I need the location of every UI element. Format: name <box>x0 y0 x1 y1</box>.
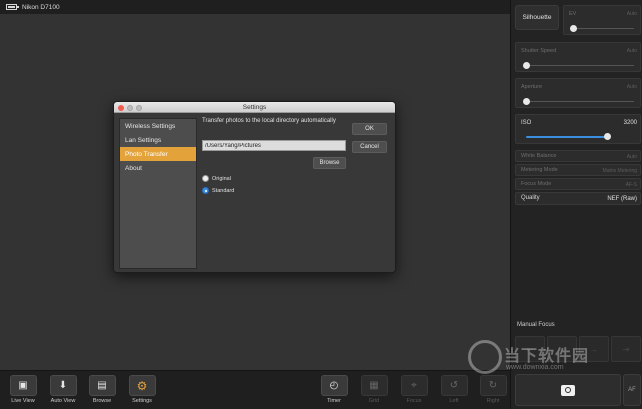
photo-transfer-pane: Transfer photos to the local directory a… <box>202 118 390 269</box>
focus-mode-row[interactable]: Focus Mode AF-S <box>515 178 641 190</box>
radio-original[interactable]: Original <box>202 175 231 182</box>
white-balance-label: White Balance <box>521 153 557 159</box>
browse-label: Browse <box>92 398 112 404</box>
zoom-icon[interactable] <box>136 104 142 111</box>
grid-icon: ▦ <box>360 375 388 396</box>
quality-label: Quality <box>521 195 540 201</box>
rotate-right-label: Right <box>486 398 500 404</box>
shutter-speed-control[interactable]: Shutter Speed Auto <box>515 42 641 72</box>
iso-label: ISO <box>521 120 532 126</box>
nav-item-photo-transfer[interactable]: Photo Transfer <box>120 147 196 161</box>
auto-view-label: Auto View <box>50 398 76 404</box>
transfer-description: Transfer photos to the local directory a… <box>202 118 336 124</box>
iso-value: 3200 <box>623 120 637 126</box>
cancel-button-label: Cancel <box>360 144 379 150</box>
timer-label: Timer <box>327 398 341 404</box>
white-balance-row[interactable]: White Balance Auto <box>515 150 641 162</box>
settings-nav: Wireless Settings Lan Settings Photo Tra… <box>119 118 197 269</box>
browse-button-label: Browse <box>319 160 340 166</box>
gear-icon: ⚙ <box>128 375 156 396</box>
inbox-icon: ⬇ <box>49 375 77 396</box>
camera-icon: ▣ <box>9 375 37 396</box>
radio-standard[interactable]: Standard <box>202 187 234 194</box>
manual-focus-label: Manual Focus <box>517 322 555 328</box>
camera-icon <box>561 384 575 396</box>
status-bar: Nikon D7100 <box>0 0 510 14</box>
focus-label: Focus <box>406 398 422 404</box>
rotate-left-label: Left <box>449 398 459 404</box>
settings-dialog: Settings Wireless Settings Lan Settings … <box>113 101 396 273</box>
aperture-value: Auto <box>626 84 637 90</box>
camera-name: Nikon D7100 <box>22 3 60 11</box>
timer-icon: ◴ <box>320 375 348 396</box>
aperture-control[interactable]: Aperture Auto <box>515 78 641 108</box>
browse-button[interactable]: ▤ Browse <box>87 375 117 407</box>
af-label: AF <box>628 387 636 393</box>
window-controls <box>118 104 142 111</box>
focus-mode-value: AF-S <box>625 182 637 188</box>
ev-control[interactable]: EV Auto <box>563 5 641 35</box>
cancel-button[interactable]: Cancel <box>352 141 387 153</box>
ev-value: Auto <box>626 11 637 17</box>
quality-row[interactable]: Quality NEF (Raw) <box>515 192 641 205</box>
grid-label: Grid <box>368 398 380 404</box>
rotate-left-button[interactable]: ↺ Left <box>439 375 469 407</box>
browse-button[interactable]: Browse <box>313 157 346 169</box>
shutter-speed-knob[interactable] <box>523 62 530 69</box>
nav-item-about[interactable]: About <box>120 161 196 175</box>
watermark-logo-icon <box>468 340 502 374</box>
ev-label: EV <box>569 11 577 17</box>
shutter-speed-track <box>526 65 634 66</box>
directory-path-input[interactable] <box>202 140 346 151</box>
close-icon[interactable] <box>118 104 124 111</box>
quality-value: NEF (Raw) <box>607 196 637 202</box>
radio-standard-button[interactable] <box>202 187 209 194</box>
watermark: 当下软件园 www.downxia.com <box>468 338 618 384</box>
settings-button[interactable]: ⚙ Settings <box>127 375 157 407</box>
focus-icon: ⌖ <box>400 375 428 396</box>
radio-original-label: Original <box>212 175 231 182</box>
radio-original-button[interactable] <box>202 175 209 182</box>
live-view-button[interactable]: ▣ Live View <box>8 375 38 407</box>
ev-slider-knob[interactable] <box>570 25 577 32</box>
ok-button-label: OK <box>365 126 374 132</box>
timer-button[interactable]: ◴ Timer <box>319 375 349 407</box>
battery-icon <box>6 4 19 10</box>
aperture-knob[interactable] <box>523 98 530 105</box>
aperture-label: Aperture <box>521 84 543 90</box>
focus-mode-label: Focus Mode <box>521 181 552 187</box>
metering-mode-value: Matrix Metering <box>602 168 637 174</box>
shutter-speed-label: Shutter Speed <box>521 48 557 54</box>
watermark-text: 当下软件园 <box>504 346 590 365</box>
af-button[interactable]: AF <box>623 374 641 406</box>
aperture-track <box>526 101 634 102</box>
dialog-title: Settings <box>242 103 267 111</box>
silhouette-label: Silhouette <box>522 14 552 21</box>
auto-view-button[interactable]: ⬇ Auto View <box>48 375 78 407</box>
grid-button[interactable]: ▦ Grid <box>359 375 389 407</box>
rotate-left-icon: ↺ <box>440 375 468 396</box>
ev-slider-track <box>574 28 634 29</box>
bottom-toolbar: ▣ Live View ⬇ Auto View ▤ Browse ⚙ Setti… <box>0 370 510 409</box>
radio-standard-label: Standard <box>212 187 235 194</box>
iso-slider-knob[interactable] <box>604 133 611 140</box>
ok-button[interactable]: OK <box>352 123 387 135</box>
dialog-body: Wireless Settings Lan Settings Photo Tra… <box>114 113 395 272</box>
metering-mode-label: Metering Mode <box>521 167 558 173</box>
silhouette-button[interactable]: Silhouette <box>515 5 559 30</box>
settings-label: Settings <box>132 398 152 404</box>
metering-mode-row[interactable]: Metering Mode Matrix Metering <box>515 164 641 176</box>
shutter-speed-value: Auto <box>626 48 637 54</box>
nav-item-lan-settings[interactable]: Lan Settings <box>120 133 196 147</box>
dialog-titlebar: Settings <box>114 102 395 113</box>
iso-slider-fill <box>526 136 608 138</box>
photos-icon: ▤ <box>88 375 116 396</box>
white-balance-value: Auto <box>626 154 637 160</box>
watermark-url: www.downxia.com <box>506 364 564 371</box>
live-view-label: Live View <box>11 398 35 404</box>
iso-control[interactable]: ISO 3200 <box>515 114 641 144</box>
minimize-icon[interactable] <box>127 104 133 111</box>
nav-item-wireless-settings[interactable]: Wireless Settings <box>120 119 196 133</box>
focus-button[interactable]: ⌖ Focus <box>399 375 429 407</box>
